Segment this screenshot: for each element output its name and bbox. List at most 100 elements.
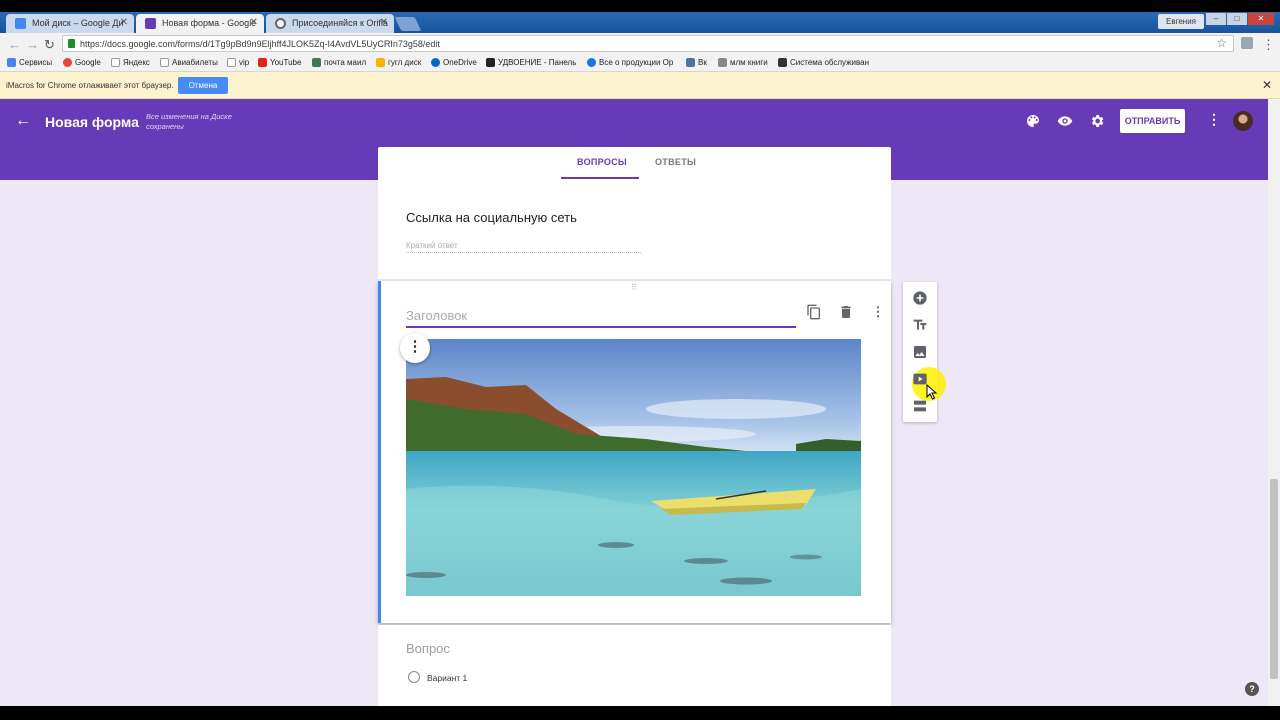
form-tabs: ВОПРОСЫ ОТВЕТЫ <box>378 147 891 180</box>
bookmark-star-icon[interactable]: ☆ <box>1216 36 1227 50</box>
scrollbar-thumb[interactable] <box>1270 479 1278 679</box>
page-icon <box>718 58 727 67</box>
delete-trash-icon[interactable] <box>838 304 854 320</box>
back-arrow-icon[interactable]: ← <box>15 112 31 130</box>
mouse-cursor-icon <box>926 384 937 400</box>
short-answer-placeholder: Краткий ответ <box>406 241 641 253</box>
browser-tab-label: Присоединяйся к Orifla <box>292 18 388 28</box>
reload-icon[interactable]: ↻ <box>44 37 55 53</box>
settings-gear-icon[interactable] <box>1089 113 1105 129</box>
send-button[interactable]: ОТПРАВИТЬ <box>1120 109 1185 133</box>
drive-icon <box>376 58 385 67</box>
bookmark-item[interactable]: почта маил <box>312 58 366 67</box>
lagoon-photo <box>406 339 861 596</box>
palette-icon[interactable] <box>1025 113 1041 129</box>
bookmark-item[interactable]: гугл диск <box>376 58 421 67</box>
tab-answers[interactable]: ОТВЕТЫ <box>655 157 696 167</box>
bookmark-item[interactable]: Все о продукции Ор <box>587 58 673 67</box>
browser-tab-label: Новая форма - Google <box>162 18 257 28</box>
system-icon <box>778 58 787 67</box>
bookmark-item[interactable]: Вк <box>686 58 707 67</box>
bookmark-item[interactable]: Яндекс <box>111 58 150 67</box>
address-bar-row: ← → ↻ https://docs.google.com/forms/d/1T… <box>0 33 1280 55</box>
screen-bottom-border <box>0 706 1280 720</box>
lock-icon <box>68 39 75 48</box>
close-tab-icon[interactable]: ✕ <box>120 17 128 28</box>
browser-tab-form[interactable]: Новая форма - Google ✕ <box>136 14 264 33</box>
url-text: https://docs.google.com/forms/d/1Tg9pBd9… <box>80 39 440 49</box>
add-title-text-icon[interactable] <box>912 317 928 333</box>
bookmark-item[interactable]: Сервисы <box>7 58 52 67</box>
page-icon <box>160 58 169 67</box>
close-tab-icon[interactable]: ✕ <box>380 17 388 28</box>
more-vert-icon[interactable]: ⋮ <box>870 304 886 320</box>
new-tab-button[interactable] <box>394 17 422 31</box>
x2-icon <box>486 58 495 67</box>
bookmark-item[interactable]: YouTube <box>258 58 301 67</box>
page-icon <box>227 58 236 67</box>
infobar-message: iMacros for Chrome отлаживает этот брауз… <box>6 81 174 90</box>
close-window-button[interactable]: ✕ <box>1248 13 1274 25</box>
bookmark-item[interactable]: Система обслуживан <box>778 58 869 67</box>
mail-icon <box>312 58 321 67</box>
minimize-button[interactable]: – <box>1206 13 1226 25</box>
lagoon-image[interactable] <box>406 339 861 596</box>
question-title[interactable]: Ссылка на социальную сеть <box>406 210 577 225</box>
preview-eye-icon[interactable] <box>1057 113 1073 129</box>
help-icon[interactable]: ? <box>1245 682 1259 696</box>
tab-questions[interactable]: ВОПРОСЫ <box>577 157 627 167</box>
bookmark-item[interactable]: Авиабилеты <box>160 58 218 67</box>
onedrive-icon <box>431 58 440 67</box>
option-label[interactable]: Вариант 1 <box>427 673 467 683</box>
apps-grid-icon <box>7 58 16 67</box>
question-card[interactable]: Вопрос Вариант 1 <box>378 625 891 706</box>
radio-option-icon <box>408 671 420 683</box>
duplicate-icon[interactable] <box>806 304 822 320</box>
add-image-icon[interactable] <box>912 344 928 360</box>
bookmark-item[interactable]: Google <box>63 58 101 67</box>
vk-icon <box>686 58 695 67</box>
globe-icon <box>587 58 596 67</box>
add-question-icon[interactable] <box>912 290 928 306</box>
image-options-button[interactable]: ⋮ <box>400 333 430 363</box>
add-section-icon[interactable] <box>912 398 928 414</box>
youtube-icon <box>258 58 267 67</box>
question-title[interactable]: Вопрос <box>406 641 450 656</box>
form-title[interactable]: Новая форма <box>45 114 139 130</box>
close-icon[interactable]: ✕ <box>1262 78 1272 92</box>
bookmark-item[interactable]: vip <box>227 58 249 67</box>
chrome-menu-icon[interactable]: ⋮ <box>1262 37 1275 53</box>
question-card[interactable]: Ссылка на социальную сеть Краткий ответ <box>378 180 891 279</box>
cancel-button[interactable]: Отмена <box>178 77 228 94</box>
image-item-card[interactable]: ⠿ Заголовок ⋮ ⋮ <box>378 281 891 623</box>
browser-tab-oriflame[interactable]: Присоединяйся к Orifla ✕ <box>266 14 394 33</box>
drag-handle-icon[interactable]: ⠿ <box>631 283 638 292</box>
browser-tab-label: Мой диск – Google Ди <box>32 18 124 28</box>
back-arrow-icon[interactable]: ← <box>8 37 21 52</box>
page-scrollbar[interactable] <box>1268 99 1280 706</box>
bookmarks-bar: Сервисы Google Яндекс Авиабилеты vip You… <box>0 55 1280 72</box>
more-vert-icon[interactable]: ⋮ <box>1207 111 1221 128</box>
bookmark-item[interactable]: OneDrive <box>431 58 477 67</box>
browser-tab-drive[interactable]: Мой диск – Google Ди ✕ <box>6 14 134 33</box>
bookmark-item[interactable]: млм книги <box>718 58 768 67</box>
debug-infobar: iMacros for Chrome отлаживает этот брауз… <box>0 72 1280 99</box>
forms-app: ← Новая форма Все изменения на Диске сох… <box>0 99 1280 706</box>
url-input[interactable]: https://docs.google.com/forms/d/1Tg9pBd9… <box>62 35 1234 52</box>
forms-favicon-icon <box>145 18 156 29</box>
close-tab-icon[interactable]: ✕ <box>250 17 258 28</box>
drive-favicon-icon <box>15 18 26 29</box>
image-title-input[interactable]: Заголовок <box>406 308 796 328</box>
bookmark-item[interactable]: УДВОЕНИЕ - Панель <box>486 58 576 67</box>
google-icon <box>63 58 72 67</box>
forward-arrow-icon[interactable]: → <box>26 37 39 52</box>
save-status: Все изменения на Диске сохранены <box>146 112 232 131</box>
loading-favicon-icon <box>275 18 286 29</box>
maximize-button[interactable]: □ <box>1227 13 1247 25</box>
profile-name[interactable]: Евгения <box>1158 14 1204 29</box>
extension-icon[interactable] <box>1241 37 1253 49</box>
page-icon <box>111 58 120 67</box>
active-tab-indicator <box>561 177 639 179</box>
avatar[interactable] <box>1233 111 1253 131</box>
browser-tab-strip: Мой диск – Google Ди ✕ Новая форма - Goo… <box>0 12 1280 33</box>
